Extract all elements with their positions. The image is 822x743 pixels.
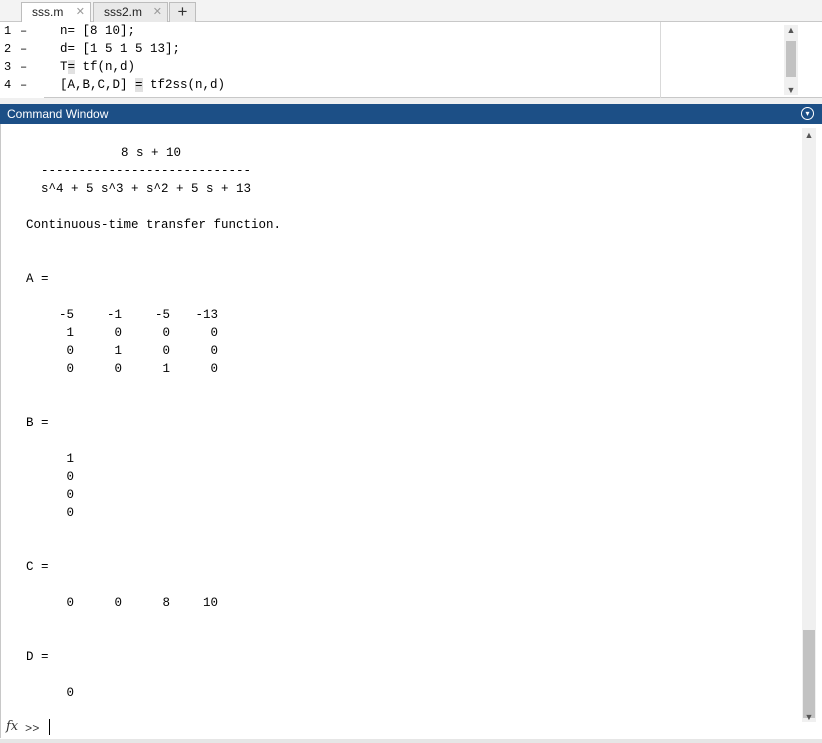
scroll-up-icon[interactable]: ▲ xyxy=(802,130,816,140)
matrix-a-cell: 0 xyxy=(114,362,122,376)
editor-tab-bar: sss.m ✕ sss2.m ✕ + xyxy=(0,0,822,23)
code-line[interactable]: 3 – T= tf(n,d) xyxy=(0,58,660,76)
matrix-a-cell: 0 xyxy=(162,344,170,358)
command-window-scrollbar[interactable]: ▲ ▼ xyxy=(802,128,816,722)
tf-numerator: 8 s + 10 xyxy=(121,146,182,160)
matrix-b-cell: 1 xyxy=(66,452,74,466)
scroll-up-icon[interactable]: ▲ xyxy=(784,25,798,35)
matrix-b-cell: 0 xyxy=(66,470,74,484)
code-text: [A,B,C,D] = tf2ss(n,d) xyxy=(60,78,226,92)
code-editor[interactable]: 1 – n= [8 10]; 2 – d= [1 5 1 5 13]; 3 – … xyxy=(0,22,822,98)
command-prompt-row[interactable]: fx >> xyxy=(0,716,800,738)
highlighted-operator: = xyxy=(135,78,143,92)
matrix-a-cell: 0 xyxy=(210,326,218,340)
tf-fraction-bar: ---------------------------- xyxy=(41,164,252,178)
matrix-c-cell: 0 xyxy=(114,596,122,610)
matrix-b-cell: 0 xyxy=(66,488,74,502)
tab-sss2-m[interactable]: sss2.m ✕ xyxy=(93,2,168,22)
matrix-a-cell: -1 xyxy=(106,308,122,322)
tab-sss-m[interactable]: sss.m ✕ xyxy=(21,2,91,23)
breakpoint-marker[interactable]: – xyxy=(20,24,27,38)
matrix-a-cell: 1 xyxy=(114,344,122,358)
close-tab-icon[interactable]: ✕ xyxy=(76,5,85,18)
tf-description: Continuous-time transfer function. xyxy=(26,218,282,232)
scroll-down-icon[interactable]: ▼ xyxy=(784,85,798,95)
matrix-a-cell: 1 xyxy=(162,362,170,376)
line-number: 2 xyxy=(4,42,12,56)
matrix-a-cell: 0 xyxy=(162,326,170,340)
breakpoint-marker[interactable]: – xyxy=(20,60,27,74)
text-caret xyxy=(49,719,50,735)
matrix-b-label: B = xyxy=(26,416,49,430)
matrix-d-label: D = xyxy=(26,650,49,664)
function-browser-icon[interactable]: fx xyxy=(6,719,18,734)
matrix-a-cell: -5 xyxy=(58,308,74,322)
code-line[interactable]: 4 – [A,B,C,D] = tf2ss(n,d) xyxy=(0,76,660,94)
code-line[interactable]: 2 – d= [1 5 1 5 13]; xyxy=(0,40,660,58)
command-window-title: Command Window xyxy=(7,107,109,121)
matrix-c-label: C = xyxy=(26,560,49,574)
code-text: n= [8 10]; xyxy=(60,24,136,38)
command-window-output[interactable]: 8 s + 10 ---------------------------- s^… xyxy=(0,124,822,738)
line-number: 1 xyxy=(4,24,12,38)
matrix-a-cell: 0 xyxy=(210,344,218,358)
editor-scrollbar[interactable]: ▲ ▼ xyxy=(784,25,798,95)
right-margin-line xyxy=(660,22,661,98)
close-tab-icon[interactable]: ✕ xyxy=(153,5,162,18)
tab-label: sss.m xyxy=(32,5,64,19)
scrollbar-thumb[interactable] xyxy=(786,41,796,77)
matrix-d-cell: 0 xyxy=(66,686,74,700)
matrix-a-cell: 0 xyxy=(210,362,218,376)
matrix-b-cell: 0 xyxy=(66,506,74,520)
matrix-c-cell: 8 xyxy=(162,596,170,610)
tf-denominator: s^4 + 5 s^3 + s^2 + 5 s + 13 xyxy=(41,182,252,196)
code-line[interactable]: 1 – n= [8 10]; xyxy=(0,22,660,40)
breakpoint-marker[interactable]: – xyxy=(20,78,27,92)
breakpoint-marker[interactable]: – xyxy=(20,42,27,56)
window-bottom-border xyxy=(0,739,822,743)
tab-label: sss2.m xyxy=(104,5,143,19)
line-number: 3 xyxy=(4,60,12,74)
matrix-a-cell: 0 xyxy=(114,326,122,340)
matrix-c-cell: 10 xyxy=(202,596,218,610)
matrix-a-label: A = xyxy=(26,272,49,286)
matrix-c-cell: 0 xyxy=(66,596,74,610)
matrix-a-cell: 0 xyxy=(66,344,74,358)
panel-menu-icon[interactable]: ▾ xyxy=(801,107,814,120)
highlighted-operator: = xyxy=(67,60,76,74)
prompt-symbol: >> xyxy=(25,722,40,736)
code-text: d= [1 5 1 5 13]; xyxy=(60,42,181,56)
code-text: T= tf(n,d) xyxy=(60,60,136,74)
matrix-a-cell: -13 xyxy=(195,308,218,322)
scrollbar-thumb[interactable] xyxy=(803,630,815,718)
scroll-down-icon[interactable]: ▼ xyxy=(802,712,816,722)
matrix-a-cell: 1 xyxy=(66,326,74,340)
matrix-a-cell: 0 xyxy=(66,362,74,376)
add-tab-button[interactable]: + xyxy=(169,2,196,22)
command-window-header: Command Window ▾ xyxy=(0,104,822,124)
matrix-a-cell: -5 xyxy=(154,308,170,322)
line-number: 4 xyxy=(4,78,12,92)
